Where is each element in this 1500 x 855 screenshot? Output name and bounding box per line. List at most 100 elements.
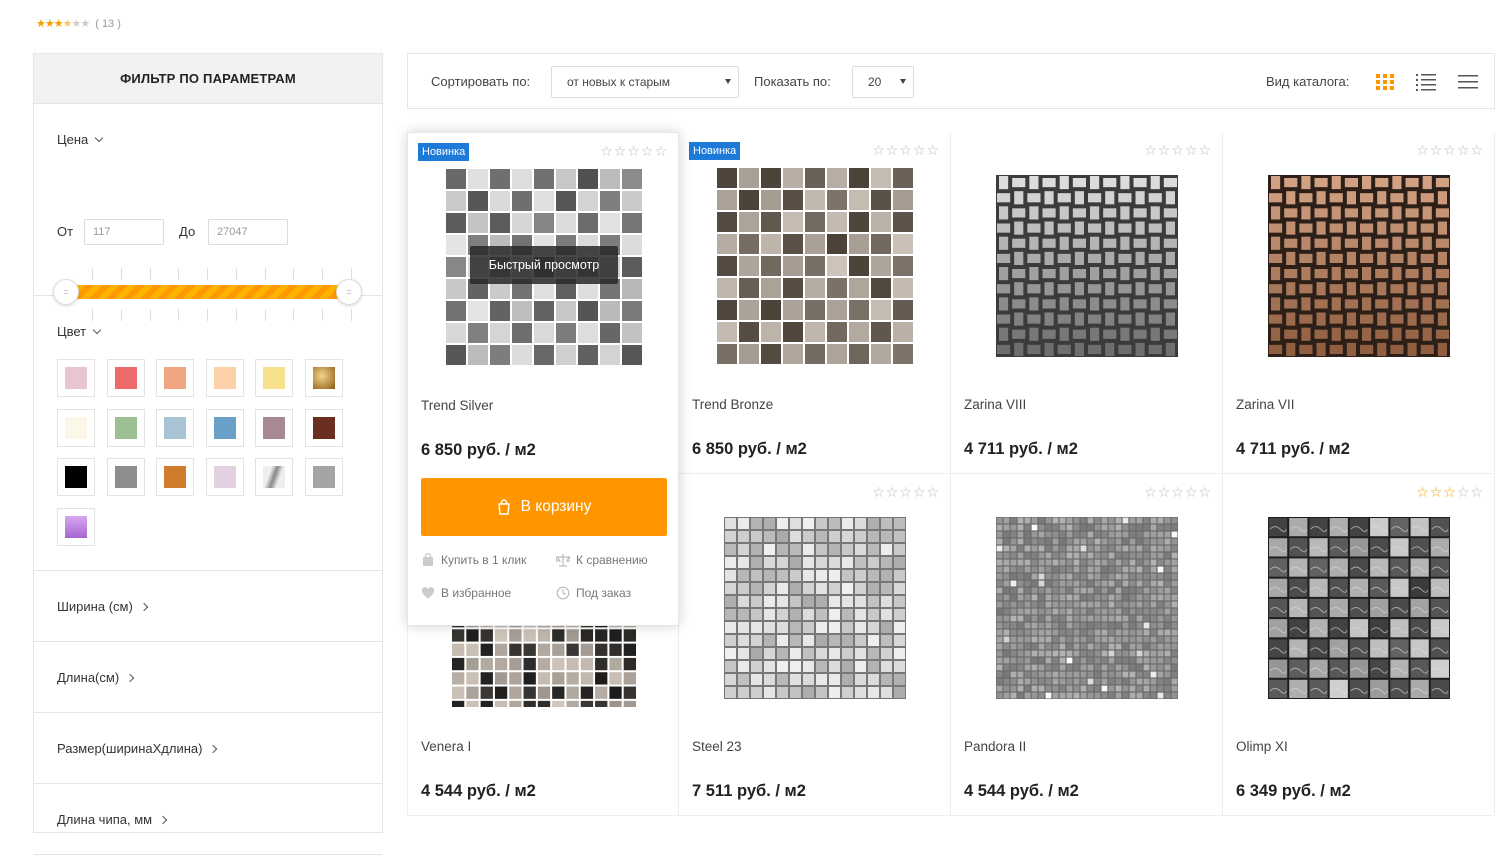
- rating-stars: ★★★★★★: [36, 18, 90, 30]
- width-filter[interactable]: Ширина (см): [34, 571, 382, 642]
- heart-icon: [421, 587, 435, 599]
- product-name[interactable]: Zarina VIII: [964, 397, 1026, 412]
- product-name[interactable]: Trend Bronze: [692, 397, 773, 412]
- product-image[interactable]: [1260, 167, 1458, 365]
- color-swatch[interactable]: [106, 359, 145, 397]
- caret-down-icon: [900, 79, 906, 84]
- product-name[interactable]: Zarina VII: [1236, 397, 1295, 412]
- list-view-icon[interactable]: [1416, 73, 1436, 91]
- size-filter[interactable]: Размер(ширинаХдлина): [34, 713, 382, 784]
- product-price: 4 544 руб. / м2: [421, 782, 536, 800]
- caret-down-icon: [725, 79, 731, 84]
- on-order-link[interactable]: Под заказ: [556, 586, 631, 600]
- product-name[interactable]: Steel 23: [692, 739, 742, 754]
- rating-stars[interactable]: ☆☆☆☆☆: [1416, 484, 1484, 501]
- chevron-right-icon: [209, 744, 218, 753]
- length-filter-label: Длина(см): [57, 670, 120, 685]
- product-price: 6 850 руб. / м2: [692, 440, 807, 458]
- rating-stars[interactable]: ☆☆☆☆☆: [1144, 142, 1212, 159]
- chevron-down-icon: [95, 133, 104, 142]
- chevron-right-icon: [139, 602, 149, 611]
- product-card[interactable]: ☆☆☆☆☆ Pandora II 4 544 руб. / м2: [951, 474, 1223, 816]
- price-from-input[interactable]: [84, 219, 164, 245]
- color-swatch[interactable]: [156, 458, 194, 496]
- product-card[interactable]: Новинка ☆☆☆☆☆ Trend Bronze 6 850 руб. / м2: [679, 132, 951, 474]
- view-label: Вид каталога:: [1266, 74, 1350, 89]
- product-name[interactable]: Venera I: [421, 739, 471, 754]
- clock-icon: [556, 586, 570, 600]
- product-image[interactable]: [988, 509, 1186, 707]
- sort-value: от новых к старым: [567, 75, 671, 89]
- product-price: 6 349 руб. / м2: [1236, 782, 1351, 800]
- color-filter: Цвет: [34, 296, 382, 571]
- product-image[interactable]: [716, 167, 914, 365]
- per-page-value: 20: [868, 75, 882, 89]
- product-grid: Новинка ☆☆☆☆☆ Trend Silver 6 850 руб. / м2 Б…: [407, 132, 1495, 832]
- length-filter[interactable]: Длина(см): [34, 642, 382, 713]
- rating-stars[interactable]: ☆☆☆☆☆: [600, 143, 668, 160]
- rating-count: ( 13 ): [95, 17, 121, 30]
- price-filter-toggle[interactable]: Цена: [57, 132, 104, 147]
- add-to-cart-button[interactable]: В корзину: [421, 478, 667, 536]
- rating-stars[interactable]: ☆☆☆☆☆: [872, 484, 940, 501]
- size-filter-label: Размер(ширинаХдлина): [57, 741, 203, 756]
- table-view-icon[interactable]: [1458, 73, 1478, 91]
- product-price: 6 850 руб. / м2: [421, 441, 536, 459]
- color-swatch[interactable]: [205, 408, 244, 447]
- per-page-select[interactable]: 20: [852, 66, 914, 98]
- show-label: Показать по:: [754, 74, 831, 89]
- quick-view-button[interactable]: Быстрый просмотр: [470, 246, 618, 284]
- product-image[interactable]: [988, 167, 1186, 365]
- color-swatch[interactable]: [106, 458, 145, 496]
- color-swatch[interactable]: [156, 359, 194, 397]
- chevron-right-icon: [125, 673, 135, 682]
- product-price: 4 544 руб. / м2: [964, 782, 1079, 800]
- new-badge: Новинка: [418, 143, 470, 161]
- price-filter: Цена От До = =: [34, 104, 382, 321]
- color-swatch[interactable]: [205, 359, 244, 397]
- filter-title: ФИЛЬТР ПО ПАРАМЕТРАМ: [34, 54, 382, 104]
- new-badge: Новинка: [689, 142, 741, 160]
- rating-stars[interactable]: ☆☆☆☆☆: [1144, 484, 1212, 501]
- color-swatch[interactable]: [255, 408, 293, 447]
- product-image[interactable]: [716, 509, 914, 707]
- color-swatch[interactable]: [106, 408, 145, 447]
- product-card[interactable]: ☆☆☆☆☆ Steel 23 7 511 руб. / м2: [679, 474, 951, 816]
- bag-icon: [497, 499, 510, 515]
- grid-view-icon[interactable]: [1375, 73, 1395, 91]
- color-swatch[interactable]: [156, 408, 194, 447]
- product-image[interactable]: [1260, 509, 1458, 707]
- product-card[interactable]: Новинка ☆☆☆☆☆ Trend Silver 6 850 руб. / м2 Б…: [407, 132, 679, 626]
- product-name[interactable]: Olimp XI: [1236, 739, 1288, 754]
- color-swatch[interactable]: [255, 458, 293, 496]
- color-swatch[interactable]: [57, 458, 95, 496]
- color-swatch[interactable]: [304, 359, 343, 397]
- sort-label: Сортировать по:: [431, 74, 531, 89]
- color-swatch[interactable]: [57, 359, 95, 397]
- color-filter-toggle[interactable]: Цвет: [57, 324, 102, 339]
- compare-link[interactable]: К сравнению: [556, 553, 648, 567]
- color-swatch[interactable]: [255, 359, 293, 397]
- product-card[interactable]: ☆☆☆☆☆ Olimp XI 6 349 руб. / м2: [1223, 474, 1495, 816]
- rating-stars[interactable]: ☆☆☆☆☆: [1416, 142, 1484, 159]
- rating-stars[interactable]: ☆☆☆☆☆: [872, 142, 940, 159]
- color-swatch[interactable]: [57, 507, 95, 546]
- favorite-link[interactable]: В избранное: [421, 586, 511, 600]
- price-to-input[interactable]: [208, 219, 288, 245]
- buy-one-click-link[interactable]: Купить в 1 клик: [421, 553, 526, 567]
- price-to-label: До: [179, 224, 196, 239]
- filter-sidebar: ФИЛЬТР ПО ПАРАМЕТРАМ Цена От До = = Цвет…: [33, 53, 383, 855]
- color-swatch[interactable]: [304, 458, 343, 496]
- price-from-label: От: [57, 224, 74, 239]
- product-name[interactable]: Trend Silver: [421, 398, 493, 413]
- catalog-toolbar: Сортировать по: от новых к старым Показа…: [407, 53, 1495, 109]
- product-card[interactable]: ☆☆☆☆☆ Zarina VII 4 711 руб. / м2: [1223, 132, 1495, 474]
- product-name[interactable]: Pandora II: [964, 739, 1026, 754]
- color-swatch[interactable]: [304, 408, 343, 447]
- product-card[interactable]: ☆☆☆☆☆ Zarina VIII 4 711 руб. / м2: [951, 132, 1223, 474]
- color-swatch[interactable]: [205, 458, 244, 496]
- sort-select[interactable]: от новых к старым: [551, 66, 739, 98]
- bag-icon: [423, 553, 433, 566]
- color-swatch[interactable]: [57, 408, 95, 447]
- product-price: 4 711 руб. / м2: [964, 440, 1078, 458]
